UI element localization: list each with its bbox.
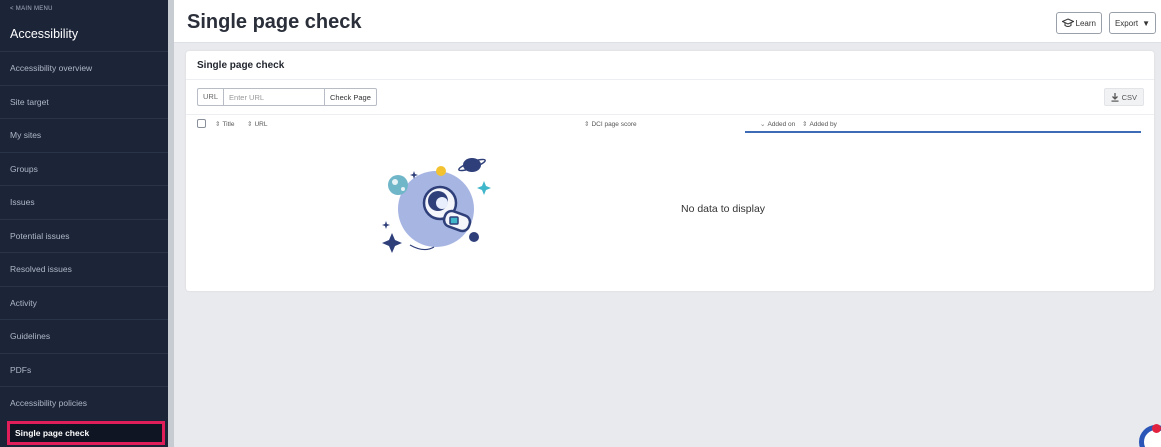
sidebar: < MAIN MENU Accessibility Accessibility … xyxy=(0,0,168,447)
column-added-by-label: Added by xyxy=(809,121,837,128)
sidebar-item-resolved-issues[interactable]: Resolved issues xyxy=(0,252,168,286)
column-header-url[interactable]: ⇕ URL xyxy=(247,120,267,128)
select-all-checkbox[interactable] xyxy=(197,119,206,128)
url-input[interactable] xyxy=(223,88,326,106)
url-check-form: URL Check Page xyxy=(197,88,377,106)
page-header: Single page check Learn Export ▼ xyxy=(174,0,1161,43)
export-button[interactable]: Export ▼ xyxy=(1108,12,1156,34)
caret-down-icon: ▼ xyxy=(1142,18,1150,28)
graduation-cap-icon xyxy=(1061,18,1074,27)
column-added-on-label: Added on xyxy=(767,121,796,128)
page-title: Single page check xyxy=(187,11,362,33)
url-prefix-label: URL xyxy=(197,88,224,106)
csv-label: CSV xyxy=(1121,92,1137,102)
csv-download-button[interactable]: CSV xyxy=(1103,88,1144,106)
export-button-label: Export xyxy=(1114,18,1139,28)
learn-button-label: Learn xyxy=(1075,18,1096,28)
sort-icon: ⇕ xyxy=(247,121,253,128)
sidebar-item-issues[interactable]: Issues xyxy=(0,185,168,219)
sort-icon: ⇕ xyxy=(584,121,590,128)
main-content: Single page check Learn Export ▼ Single … xyxy=(174,0,1161,447)
learn-button[interactable]: Learn xyxy=(1055,12,1102,34)
single-page-check-card: Single page check URL Check Page CSV ⇕Ti… xyxy=(186,51,1154,291)
sidebar-item-single-page-check[interactable]: Single page check xyxy=(7,421,165,445)
table-header: ⇕ Title ⇕ URL ⇕ DCI page score ⌄ Added on ⇕ A… xyxy=(186,114,1154,133)
download-icon xyxy=(1111,92,1119,102)
column-url-label: URL xyxy=(254,121,268,128)
sidebar-item-groups[interactable]: Groups xyxy=(0,151,168,186)
card-divider xyxy=(186,79,1154,80)
sidebar-item-accessibility-overview[interactable]: Accessibility overview xyxy=(0,51,168,85)
column-header-dci-score[interactable]: ⇕ DCI page score xyxy=(584,120,637,128)
sidebar-item-pdfs[interactable]: PDFs xyxy=(0,352,168,387)
column-header-added-on[interactable]: ⌄ Added on xyxy=(760,120,795,128)
sidebar-item-guidelines[interactable]: Guidelines xyxy=(0,319,168,353)
check-page-button[interactable]: Check Page xyxy=(325,88,377,106)
column-header-title[interactable]: ⇕ Title xyxy=(215,120,235,128)
column-header-added-by[interactable]: ⇕ Added by xyxy=(802,120,837,128)
column-score-label: DCI page score xyxy=(591,121,637,128)
sidebar-item-activity[interactable]: Activity xyxy=(0,285,168,320)
column-title-label: Title xyxy=(222,121,235,128)
sorted-column-indicator xyxy=(745,131,1141,133)
astronaut-in-space-icon xyxy=(382,158,491,253)
sort-descending-icon: ⌄ xyxy=(760,121,766,128)
sidebar-item-my-sites[interactable]: My sites xyxy=(0,118,168,152)
sort-icon: ⇕ xyxy=(802,121,808,128)
sort-icon: ⇕ xyxy=(215,121,221,128)
main-menu-back-link[interactable]: < MAIN MENU xyxy=(10,6,53,12)
card-title: Single page check xyxy=(197,60,285,71)
empty-state-message: No data to display xyxy=(681,203,766,215)
app-title: Accessibility xyxy=(10,27,79,41)
sidebar-item-site-target[interactable]: Site target xyxy=(0,84,168,119)
sidebar-nav: Accessibility overview Site target My si… xyxy=(0,51,168,445)
notification-badge xyxy=(1152,424,1161,433)
sidebar-item-potential-issues[interactable]: Potential issues xyxy=(0,218,168,253)
sidebar-item-accessibility-policies[interactable]: Accessibility policies xyxy=(0,386,168,420)
